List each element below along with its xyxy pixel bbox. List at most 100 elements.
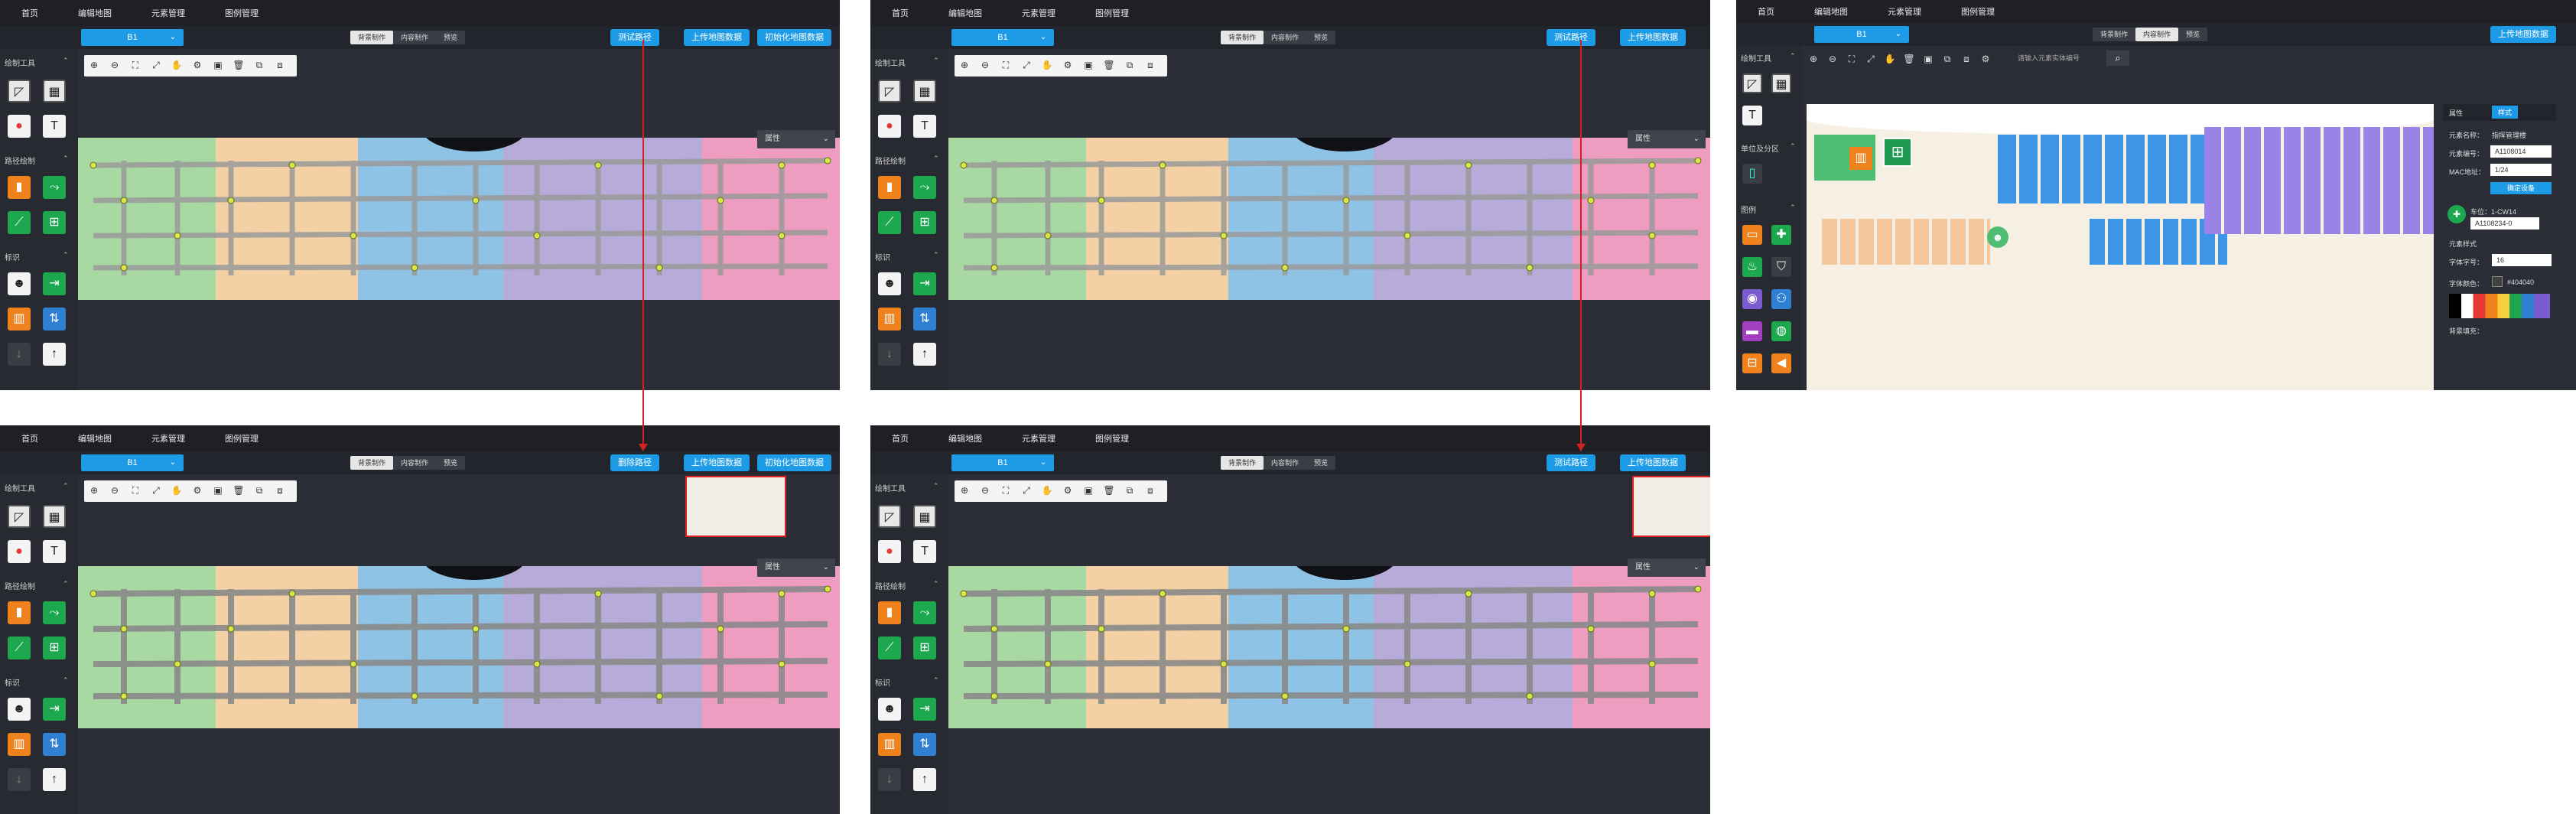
avatar-marker-tool[interactable]: ☻ [878,698,901,721]
stairs-marker-tool[interactable]: ▥ [8,308,31,330]
avatar-marker-tool[interactable]: ☻ [878,272,901,295]
route-node-tool[interactable]: ⊞ [43,211,66,234]
tab-preview[interactable]: 预览 [436,31,465,44]
section-draw-tools[interactable]: 绘制工具 ⌃ [1741,52,1796,63]
text-tool[interactable]: T [43,115,66,138]
pin-tool[interactable]: ● [8,540,31,563]
down-arrow-tool[interactable]: ↓ [878,768,901,791]
upload-button[interactable]: 上传地图数据 [684,454,750,471]
map-person-marker-icon[interactable]: ☻ [1987,226,2008,248]
nav-element-manage[interactable]: 元素管理 [151,432,185,444]
copy-icon[interactable]: ⧉ [252,58,266,72]
nav-home[interactable]: 首页 [892,432,909,444]
floor-map[interactable] [948,566,1710,728]
tab-background[interactable]: 背景制作 [1221,456,1264,470]
tab-content[interactable]: 内容制作 [2135,28,2179,41]
tab-content[interactable]: 内容制作 [1264,456,1306,470]
tab-attributes[interactable]: 属性 [2449,108,2463,118]
nav-edit-map[interactable]: 编辑地图 [1814,5,1848,18]
section-position-distribution[interactable]: 单位及分区 ⌃ [1741,142,1796,154]
section-marker[interactable]: 标识 ⌃ [875,251,939,262]
delete-icon[interactable]: 🗑 [1102,58,1116,72]
floor-map-detail[interactable]: ⊞ ▥ ☻ [1807,104,2434,390]
save-icon[interactable]: ▣ [211,58,225,72]
route-node-tool[interactable]: ⊞ [43,637,66,659]
line-tool[interactable]: ◸ [1742,73,1762,93]
fullscreen-icon[interactable]: ⤢ [1864,52,1878,66]
text-tool[interactable]: T [913,115,936,138]
search-input[interactable]: 请输入元素实体编号 [2013,50,2105,66]
hand-icon[interactable]: ✋ [170,484,184,497]
rect-tool[interactable]: ▦ [913,80,936,103]
exit-marker-tool[interactable]: ⇥ [913,698,936,721]
route-node-tool[interactable]: ⊞ [913,637,936,659]
floor-select[interactable]: B1 ⌄ [951,29,1054,46]
down-arrow-tool[interactable]: ↓ [878,343,901,366]
settings-icon[interactable]: ⚙ [1061,58,1075,72]
stairs-sign-icon[interactable]: ▥ [1849,147,1872,170]
route-start-tool[interactable]: ▮ [878,176,901,199]
confirm-device-button[interactable]: 确定设备 [2490,182,2552,194]
hand-icon[interactable]: ✋ [1040,484,1054,497]
text-tool[interactable]: T [913,540,936,563]
hand-icon[interactable]: ✋ [170,58,184,72]
delete-icon[interactable]: 🗑 [232,484,246,497]
test-path-button[interactable]: 测试路径 [1547,454,1595,471]
route-node-tool[interactable]: ⊞ [913,211,936,234]
attribute-panel-toggle[interactable]: 属性 ⌄ [757,130,835,148]
settings-icon[interactable]: ⚙ [1061,484,1075,497]
line-tool[interactable]: ◸ [8,505,31,528]
nav-edit-map[interactable]: 编辑地图 [948,7,982,19]
save-icon[interactable]: ▣ [1921,52,1935,66]
font-color-swatch[interactable] [2492,276,2503,287]
text-tool[interactable]: T [1742,106,1762,125]
elevator-marker-tool[interactable]: ⇅ [43,308,66,330]
tab-preview[interactable]: 预览 [436,456,465,470]
layers-icon[interactable]: ⧈ [1960,52,1973,66]
pin-tool[interactable]: ● [878,540,901,563]
fit-icon[interactable]: ⛶ [128,58,142,72]
pin-tool[interactable]: ● [8,115,31,138]
nav-legend-manage[interactable]: 图例管理 [225,432,259,444]
search-icon[interactable]: ⌕ [2106,50,2129,66]
exit-marker-tool[interactable]: ⇥ [43,698,66,721]
unit-tool[interactable]: ▯ [1742,164,1762,184]
nav-legend-manage[interactable]: 图例管理 [1095,432,1129,444]
stairs-marker-tool[interactable]: ▥ [8,733,31,756]
save-icon[interactable]: ▣ [211,484,225,497]
zoom-in-icon[interactable]: ⊕ [87,484,101,497]
tab-background[interactable]: 背景制作 [350,456,394,470]
section-route-draw[interactable]: 路径绘制 ⌃ [5,580,69,591]
zoom-out-icon[interactable]: ⊖ [1826,52,1839,66]
attribute-panel-toggle[interactable]: 属性 ⌄ [757,558,835,577]
nav-legend-manage[interactable]: 图例管理 [1095,7,1129,19]
section-marker[interactable]: 标识 ⌃ [5,676,69,688]
floor-map[interactable] [78,566,840,728]
delete-icon[interactable]: 🗑 [1102,484,1116,497]
rect-tool[interactable]: ▦ [43,80,66,103]
test-path-button[interactable]: 测试路径 [610,29,659,46]
section-draw-tools[interactable]: 绘制工具 ⌃ [875,482,939,493]
upload-button[interactable]: 上传地图数据 [2490,26,2556,43]
avatar-marker-tool[interactable]: ☻ [8,698,31,721]
text-tool[interactable]: T [43,540,66,563]
map-canvas[interactable]: ⊕ ⊖ ⛶ ⤢ ✋ ⚙ ▣ 🗑 ⧉ ⧈ 属性 ⌄ [948,49,1710,390]
upload-button[interactable]: 上传地图数据 [1620,454,1686,471]
route-line-tool[interactable]: ⟋ [878,211,901,234]
zoom-in-icon[interactable]: ⊕ [1807,52,1820,66]
exit-sign-icon[interactable]: ⊞ [1883,138,1912,167]
nav-element-manage[interactable]: 元素管理 [1022,432,1055,444]
zoom-in-icon[interactable]: ⊕ [958,58,971,72]
legend-bus[interactable]: ▬ [1742,321,1762,341]
layers-icon[interactable]: ⧈ [273,484,287,497]
layers-icon[interactable]: ⧈ [273,58,287,72]
fullscreen-icon[interactable]: ⤢ [149,58,163,72]
floor-map[interactable] [948,138,1710,300]
tab-preview[interactable]: 预览 [1306,31,1335,44]
copy-icon[interactable]: ⧉ [252,484,266,497]
device-plus-icon[interactable]: ✚ [2448,205,2466,223]
test-path-button[interactable]: 测试路径 [1547,29,1595,46]
legend-chat[interactable]: ◍ [1771,321,1791,341]
tab-background[interactable]: 背景制作 [1221,31,1264,44]
minimap[interactable] [685,476,786,537]
